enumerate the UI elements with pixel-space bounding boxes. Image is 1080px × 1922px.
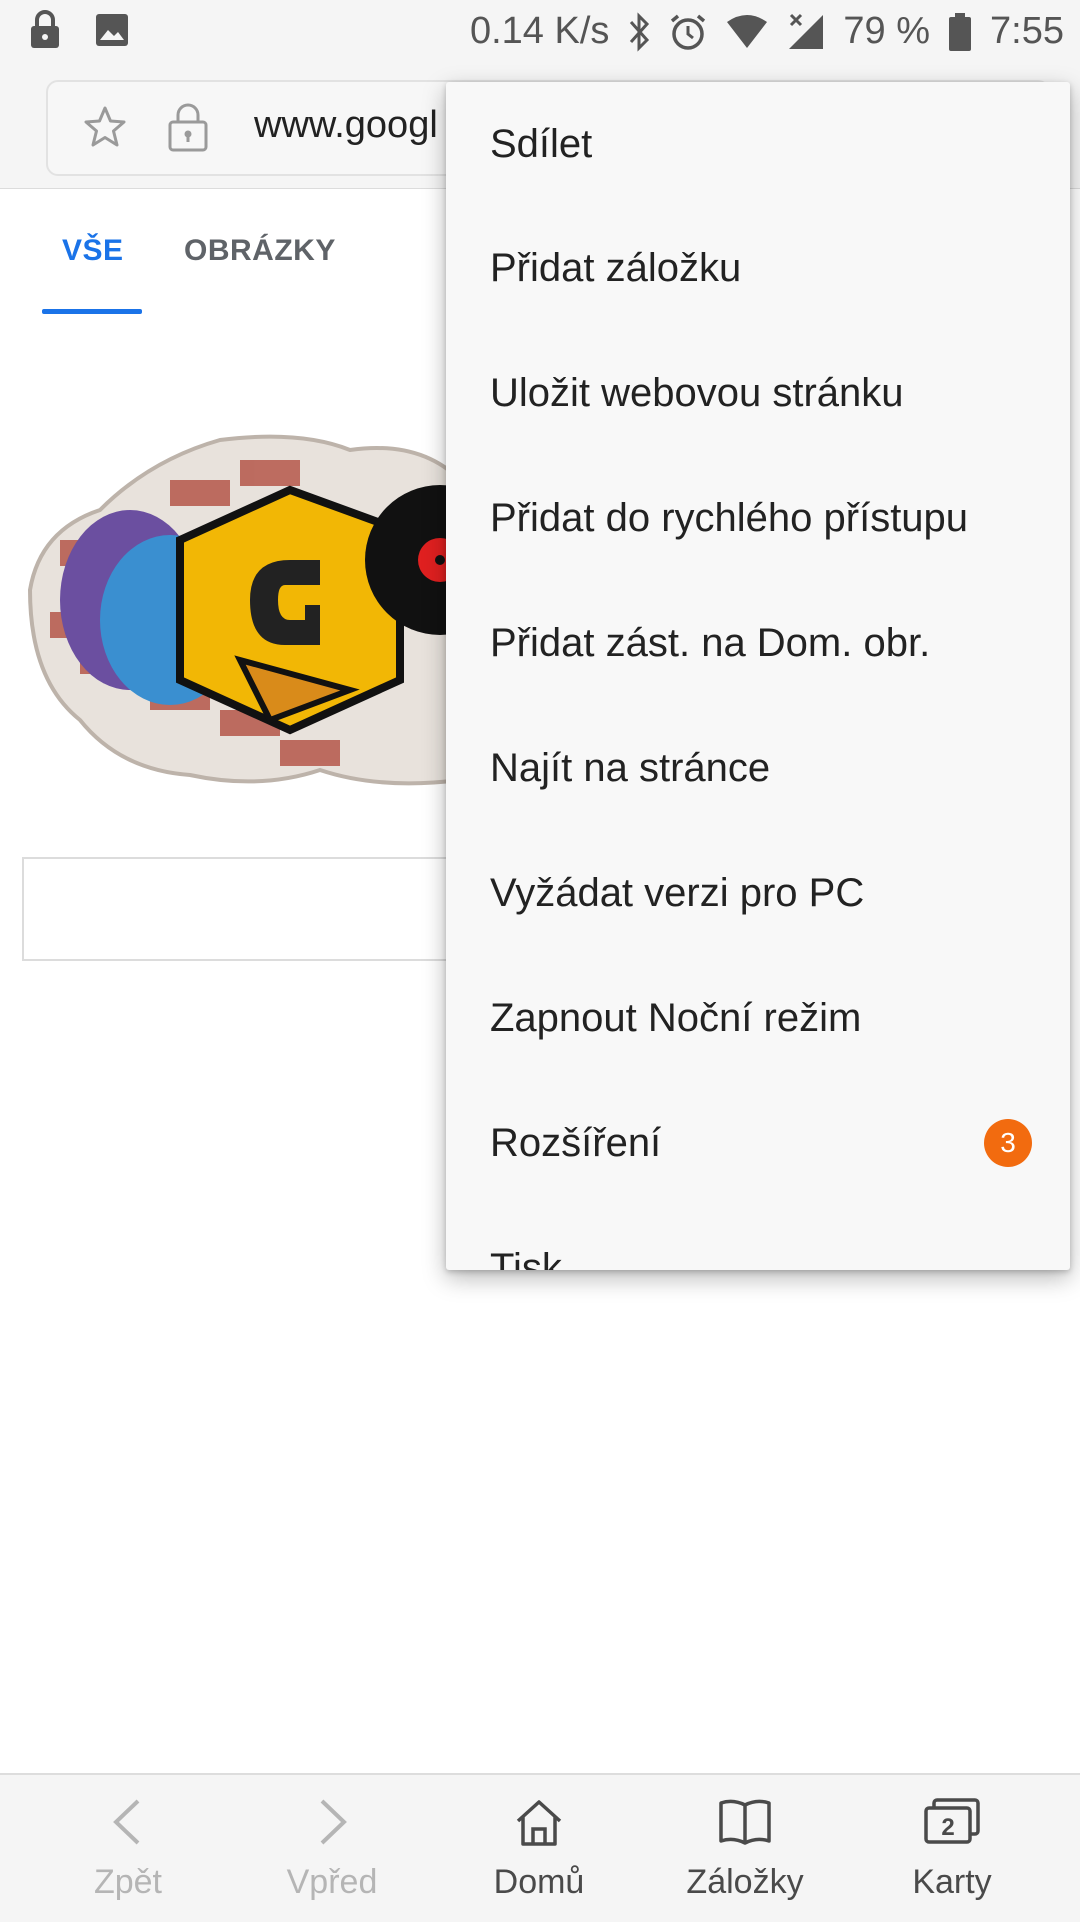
nav-label: Záložky: [686, 1863, 804, 1901]
star-icon[interactable]: [82, 104, 128, 155]
status-bar: 0.14 K/s 79 % 7:55: [0, 0, 1080, 66]
battery-level: 79 %: [843, 10, 931, 52]
menu-item-label: Přidat zást. na Dom. obr.: [490, 620, 931, 665]
lock-icon[interactable]: [166, 102, 210, 157]
alarm-icon: [669, 13, 707, 51]
bookmarks-icon: [717, 1797, 773, 1852]
menu-item-label: Sdílet: [490, 121, 593, 166]
google-doodle[interactable]: [20, 420, 515, 800]
tab-images[interactable]: OBRÁZKY: [184, 234, 336, 268]
chevron-left-icon: [108, 1797, 148, 1852]
menu-item-label: Vyžádat verzi pro PC: [490, 870, 865, 915]
tabs-count: 2: [941, 1814, 954, 1841]
menu-item-add-quick-access[interactable]: Přidat do rychlého přístupu: [446, 456, 1070, 580]
battery-icon: [948, 12, 972, 52]
menu-item-print[interactable]: Tisk: [446, 1206, 1070, 1271]
tabs-button[interactable]: 2 Karty: [844, 1775, 1060, 1922]
menu-item-add-bookmark[interactable]: Přidat záložku: [446, 206, 1070, 330]
active-tab-indicator: [42, 309, 142, 314]
bluetooth-icon: [627, 11, 651, 52]
forward-button[interactable]: Vpřed: [224, 1775, 440, 1922]
bookmarks-button[interactable]: Záložky: [637, 1775, 853, 1922]
signal-icon: [787, 13, 825, 51]
nav-label: Vpřed: [286, 1863, 378, 1901]
menu-item-label: Uložit webovou stránku: [490, 370, 904, 415]
menu-item-label: Rozšíření: [490, 1120, 662, 1165]
extensions-count-badge: 3: [984, 1119, 1032, 1167]
menu-item-label: Tisk: [490, 1245, 562, 1271]
wifi-icon: [725, 14, 769, 50]
chevron-right-icon: [312, 1797, 352, 1852]
image-icon: [94, 12, 130, 48]
overflow-menu: Sdílet Přidat záložku Uložit webovou str…: [446, 82, 1070, 1270]
tabs-icon: 2: [922, 1797, 982, 1852]
menu-item-add-shortcut[interactable]: Přidat zást. na Dom. obr.: [446, 581, 1070, 705]
home-button[interactable]: Domů: [431, 1775, 647, 1922]
menu-item-label: Zapnout Noční režim: [490, 995, 862, 1040]
menu-item-extensions[interactable]: Rozšíření 3: [446, 1081, 1070, 1205]
menu-item-night-mode[interactable]: Zapnout Noční režim: [446, 956, 1070, 1080]
menu-item-save-page[interactable]: Uložit webovou stránku: [446, 331, 1070, 455]
tab-all[interactable]: VŠE: [62, 234, 124, 268]
lock-icon: [28, 10, 62, 50]
network-speed: 0.14 K/s: [469, 10, 610, 52]
menu-item-label: Přidat do rychlého přístupu: [490, 495, 969, 540]
nav-label: Domů: [493, 1863, 585, 1901]
bottom-navigation: Zpět Vpřed Domů Záložky 2 Karty: [0, 1773, 1080, 1922]
nav-label: Karty: [912, 1863, 992, 1901]
menu-item-find-in-page[interactable]: Najít na stránce: [446, 706, 1070, 830]
menu-item-label: Najít na stránce: [490, 745, 771, 790]
menu-item-share[interactable]: Sdílet: [446, 82, 1070, 206]
back-button[interactable]: Zpět: [20, 1775, 236, 1922]
menu-item-label: Přidat záložku: [490, 245, 742, 290]
menu-item-desktop-site[interactable]: Vyžádat verzi pro PC: [446, 831, 1070, 955]
nav-label: Zpět: [93, 1863, 163, 1901]
home-icon: [513, 1797, 565, 1854]
url-text[interactable]: www.googl: [254, 104, 438, 147]
clock: 7:55: [990, 10, 1064, 52]
